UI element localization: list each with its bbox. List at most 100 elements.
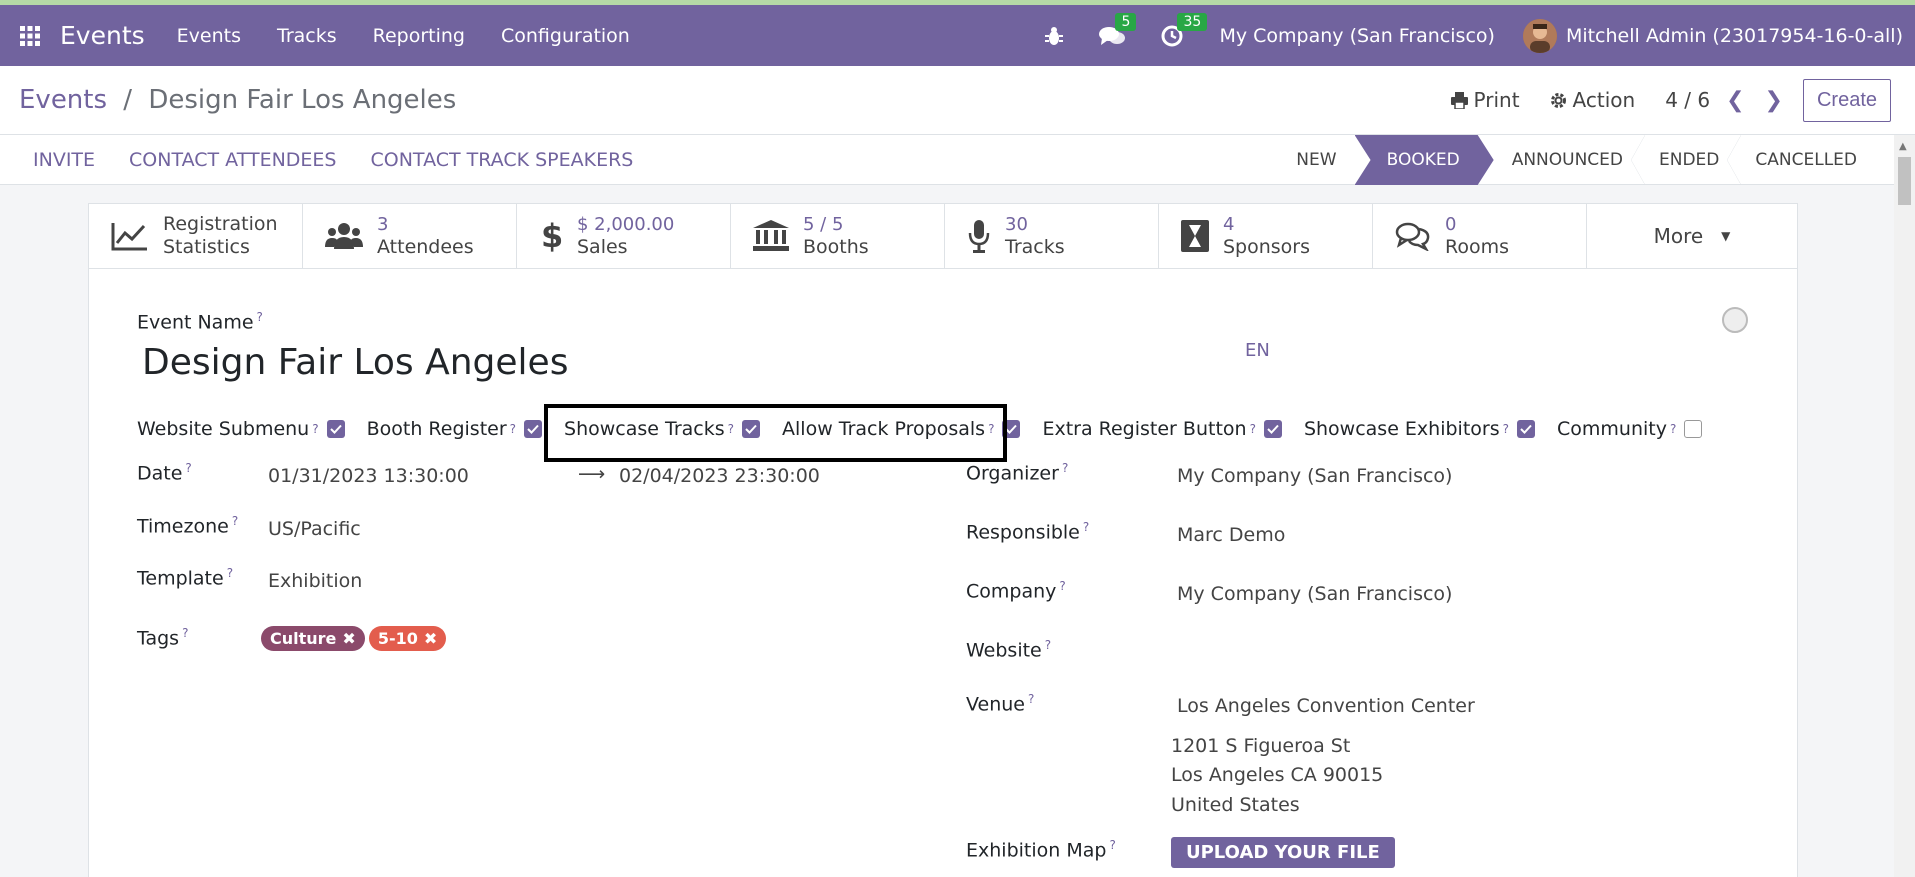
chat-bubbles-icon: [1395, 222, 1430, 251]
stage-new[interactable]: NEW: [1278, 135, 1354, 185]
date-start-input[interactable]: 01/31/2023 13:30:00: [268, 465, 469, 487]
booths-label: Booths: [803, 236, 869, 258]
debug-bug-icon[interactable]: [1045, 26, 1064, 46]
pager-previous-icon[interactable]: ❮: [1726, 88, 1744, 113]
hourglass-sponsor-icon: [1181, 220, 1209, 252]
smart-buttons: Registration Statistics 3 Attendees $ $ …: [89, 204, 1797, 269]
website-submenu-field: Website Submenu?: [137, 418, 345, 440]
vertical-scrollbar[interactable]: ▲: [1894, 135, 1915, 877]
template-select[interactable]: Exhibition: [268, 570, 362, 592]
tags-field[interactable]: Culture ✖ 5-10 ✖: [261, 626, 450, 651]
event-name-label: Event Name?: [137, 310, 263, 334]
activities-clock-icon[interactable]: 35: [1161, 12, 1208, 47]
venue-country: United States: [1171, 794, 1300, 816]
kanban-state-indicator[interactable]: [1722, 307, 1748, 333]
venue-label: Venue?: [966, 692, 1035, 716]
date-label: Date?: [137, 461, 192, 485]
invite-button[interactable]: INVITE: [33, 149, 95, 171]
showcase-exhibitors-label: Showcase Exhibitors: [1303, 418, 1500, 440]
print-label: Print: [1473, 88, 1520, 112]
more-label: More: [1653, 224, 1704, 248]
stage-announced[interactable]: ANNOUNCED: [1494, 135, 1646, 185]
company-switcher[interactable]: My Company (San Francisco): [1219, 25, 1494, 47]
organizer-input[interactable]: My Company (San Francisco): [1177, 465, 1452, 487]
company-input[interactable]: My Company (San Francisco): [1177, 583, 1452, 605]
rooms-label: Rooms: [1445, 236, 1510, 258]
microphone-icon: [968, 220, 990, 253]
venue-street: 1201 S Figueroa St: [1171, 735, 1351, 757]
contact-attendees-button[interactable]: CONTACT ATTENDEES: [129, 149, 336, 171]
date-end-input[interactable]: 02/04/2023 23:30:00: [619, 465, 820, 487]
print-button[interactable]: Print: [1450, 88, 1520, 112]
stage-ended[interactable]: ENDED: [1641, 135, 1742, 185]
pager-next-icon[interactable]: ❯: [1765, 88, 1783, 113]
user-avatar[interactable]: [1522, 18, 1557, 53]
menu-tracks[interactable]: Tracks: [277, 25, 337, 47]
extra-register-button-checkbox[interactable]: [1263, 420, 1282, 438]
booth-register-label: Booth Register: [366, 418, 507, 440]
booths-count: 5 / 5: [803, 214, 844, 235]
printer-icon: [1450, 91, 1468, 109]
scroll-up-arrow-icon[interactable]: ▲: [1899, 141, 1907, 152]
tag-remove-icon[interactable]: ✖: [342, 629, 355, 648]
contact-track-speakers-button[interactable]: CONTACT TRACK SPEAKERS: [371, 149, 634, 171]
company-label: Company?: [966, 579, 1066, 603]
attendees-button[interactable]: 3 Attendees: [303, 204, 517, 268]
pager-value[interactable]: 4 / 6: [1665, 88, 1710, 112]
messages-chat-icon[interactable]: 5: [1099, 12, 1137, 47]
timezone-select[interactable]: US/Pacific: [268, 518, 361, 540]
responsible-input[interactable]: Marc Demo: [1177, 524, 1285, 546]
highlight-box: [544, 404, 1007, 462]
rooms-count: 0: [1445, 214, 1457, 235]
responsible-label: Responsible?: [966, 520, 1090, 544]
breadcrumb-parent[interactable]: Events: [19, 85, 107, 115]
breadcrumb-current: Design Fair Los Angeles: [148, 85, 457, 115]
rooms-button[interactable]: 0 Rooms: [1373, 204, 1587, 268]
tag-5-10[interactable]: 5-10 ✖: [368, 626, 447, 651]
sales-button[interactable]: $ $ 2,000.00 Sales: [517, 204, 731, 268]
scroll-thumb[interactable]: [1898, 157, 1911, 205]
tags-label: Tags?: [137, 626, 189, 650]
stage-booked[interactable]: BOOKED: [1355, 135, 1494, 185]
booths-button[interactable]: 5 / 5 Booths: [731, 204, 945, 268]
activities-count-badge: 35: [1177, 12, 1208, 31]
menu-events[interactable]: Events: [177, 25, 241, 47]
timezone-label: Timezone?: [137, 514, 239, 538]
tag-remove-icon[interactable]: ✖: [424, 629, 437, 648]
language-button[interactable]: EN: [1245, 340, 1270, 361]
registration-statistics-button[interactable]: Registration Statistics: [89, 204, 303, 268]
booth-register-checkbox[interactable]: [524, 420, 543, 438]
more-dropdown-button[interactable]: More ▼: [1587, 204, 1797, 268]
breadcrumb: Events / Design Fair Los Angeles: [19, 85, 456, 115]
menu-configuration[interactable]: Configuration: [501, 25, 630, 47]
community-checkbox[interactable]: [1684, 420, 1703, 438]
create-button[interactable]: Create: [1802, 78, 1891, 122]
website-submenu-checkbox[interactable]: [326, 420, 345, 438]
stage-pipeline: NEW BOOKED ANNOUNCED ENDED CANCELLED: [1278, 135, 1875, 185]
action-label: Action: [1572, 88, 1636, 112]
event-name-input[interactable]: Design Fair Los Angeles: [142, 342, 568, 383]
community-label: Community: [1557, 418, 1667, 440]
line-chart-icon: [111, 223, 147, 251]
app-brand[interactable]: Events: [60, 21, 145, 50]
sales-label: Sales: [577, 236, 628, 258]
booth-register-field: Booth Register?: [366, 418, 543, 440]
sponsors-button[interactable]: 4 Sponsors: [1159, 204, 1373, 268]
apps-grid-icon[interactable]: [0, 25, 60, 46]
dollar-icon: $: [541, 219, 563, 253]
action-button[interactable]: Action: [1550, 88, 1636, 112]
registration-line1: Registration: [163, 213, 278, 235]
community-field: Community?: [1557, 418, 1703, 440]
extra-register-button-label: Extra Register Button: [1042, 418, 1247, 440]
venue-name-input[interactable]: Los Angeles Convention Center: [1177, 695, 1475, 717]
stage-cancelled[interactable]: CANCELLED: [1737, 135, 1875, 185]
tag-culture[interactable]: Culture ✖: [261, 626, 365, 651]
upload-file-button[interactable]: UPLOAD YOUR FILE: [1171, 837, 1395, 868]
registration-line2: Statistics: [163, 236, 250, 258]
user-menu[interactable]: Mitchell Admin (23017954-16-0-all): [1566, 25, 1903, 47]
svg-text:$: $: [541, 219, 563, 253]
showcase-exhibitors-checkbox[interactable]: [1517, 420, 1535, 438]
tracks-button[interactable]: 30 Tracks: [945, 204, 1159, 268]
menu-reporting[interactable]: Reporting: [373, 25, 465, 47]
website-submenu-label: Website Submenu: [137, 418, 310, 440]
